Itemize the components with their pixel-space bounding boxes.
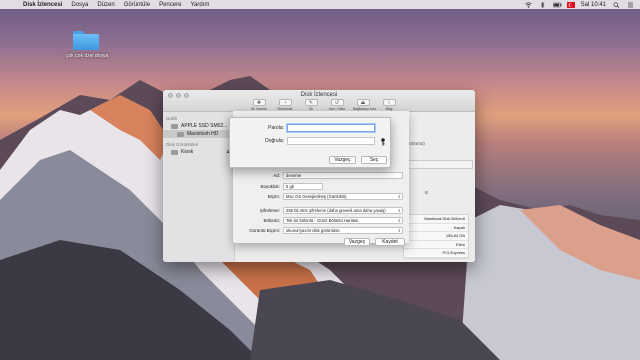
chevron-updown-icon: ⇕ [397,208,401,213]
search-icon[interactable] [613,1,620,8]
bluetooth-icon[interactable] [539,1,546,8]
sidebar-section-images: Disk Görüntüleri [166,142,199,147]
hard-disk-icon [171,123,178,129]
image-format-select[interactable]: okunur/yazılır disk görüntüsü ⇕ [283,227,403,234]
behind-text: Görüntü) [407,141,425,146]
menu-clock[interactable]: Sal 10:41 [581,2,606,8]
size-field[interactable]: 5 gb [283,183,323,190]
battery-icon[interactable] [552,2,562,8]
image-format-value: okunur/yazılır disk görüntüsü [286,228,340,233]
erase-button[interactable]: ✎ Sil [301,99,321,111]
window-title: Disk İzlencesi [300,92,338,98]
info-cell: Mantıksal Disk Bölümü [404,215,468,224]
notification-center-icon[interactable] [627,2,634,8]
info-icon: i [382,99,396,106]
choose-button[interactable]: Seç [361,156,387,164]
save-button[interactable]: Kaydet [375,238,405,246]
info-cell: Kapalı [404,224,468,232]
chevron-updown-icon: ⇕ [397,228,401,233]
encryption-label: Şifreleme: [259,208,280,213]
disk-utility-window: Disk İzlencesi ✚ İlk Yardım ◔ Bölüntüle … [163,90,475,262]
first-aid-button[interactable]: ✚ İlk Yardım [249,99,269,111]
menu-app-name[interactable]: Disk İzlencesi [23,2,62,8]
cancel-button[interactable]: Vazgeç [344,238,370,246]
window-titlebar[interactable]: Disk İzlencesi ✚ İlk Yardım ◔ Bölüntüle … [163,90,475,112]
image-format-label: Görüntü Biçimi: [249,228,280,233]
password-cancel-button[interactable]: Vazgeç [329,156,356,164]
chevron-updown-icon: ⇕ [397,194,401,199]
unmount-button[interactable]: ⏏ Bağlantıyı Kes [353,99,376,111]
sidebar-item-image[interactable]: Kiosk ⏏ [163,148,234,156]
info-cell: PCI-Express [404,249,468,258]
name-field[interactable]: deneme [283,172,403,179]
partitions-select[interactable]: Tek bir bölüntü - GUID Bölüntü Haritası ⇕ [283,217,403,224]
format-label: Biçim: [267,194,280,199]
menu-view[interactable]: Görüntüle [124,2,150,8]
unmount-icon: ⏏ [356,99,370,106]
desktop-folder[interactable]: çok çok özel dosya [66,31,109,59]
sidebar-section-internal: Dahili [166,116,178,121]
info-table: Mantıksal Disk Bölümü Kapalı 156,84 GB E… [403,214,469,259]
password-dialog: Parola: Doğrula: Vazgeç Seç [229,117,391,168]
info-cell: 156,84 GB [404,232,468,241]
behind-text: B [425,190,429,195]
password-field[interactable] [287,124,375,132]
partitions-value: Tek bir bölüntü - GUID Bölüntü Haritası [286,218,359,223]
erase-icon: ✎ [304,99,318,106]
format-select[interactable]: Mac OS Genişletilmiş (Günlüklü) ⇕ [283,193,403,200]
key-icon[interactable] [380,138,386,148]
menu-edit[interactable]: Düzen [97,2,114,8]
partition-icon: ◔ [278,99,292,106]
language-flag-icon[interactable] [566,1,575,8]
sidebar-item-volume[interactable]: Macintosh HD [163,130,234,138]
chevron-updown-icon: ⇕ [397,218,401,223]
folder-icon [73,31,99,51]
info-button[interactable]: i Bilgi [379,99,399,111]
password-label: Parola: [268,125,284,131]
first-aid-icon: ✚ [252,99,266,106]
menu-window[interactable]: Pencere [159,2,181,8]
menu-help[interactable]: Yardım [190,2,209,8]
size-label: Büyüklük: [260,184,280,189]
sidebar: Dahili APPLE SSD SM02... Macintosh HD Di… [163,112,235,262]
sidebar-item-disk[interactable]: APPLE SSD SM02... [163,122,234,130]
disk-image-icon [171,149,178,155]
sidebar-item-label: Macintosh HD [187,131,219,137]
format-value: Mac OS Genişletilmiş (Günlüklü) [286,194,347,199]
restore-icon: ↺ [330,99,344,106]
menu-file[interactable]: Dosya [71,2,88,8]
verify-field[interactable] [287,137,375,145]
verify-label: Doğrula: [265,138,284,144]
desktop-folder-label: çok çok özel dosya [66,53,109,59]
partition-button[interactable]: ◔ Bölüntüle [275,99,295,111]
sidebar-item-label: APPLE SSD SM02... [181,123,228,129]
restore-button[interactable]: ↺ Geri Yükle [327,99,347,111]
wifi-icon[interactable] [524,1,532,8]
encryption-select[interactable]: 256 bit AES şifreleme (daha güvenli ama … [283,207,403,214]
volume-icon [177,131,184,137]
encryption-value: 256 bit AES şifreleme (daha güvenli ama … [286,208,386,213]
partitions-label: Bölüntü: [263,218,280,223]
volume-info-bar [407,160,473,169]
info-cell: Etkin [404,241,468,249]
menu-bar: Disk İzlencesi Dosya Düzen Görüntüle Pen… [0,0,640,9]
toolbar: ✚ İlk Yardım ◔ Bölüntüle ✎ Sil ↺ Geri Yü… [249,99,399,111]
sidebar-item-label: Kiosk [181,149,194,155]
name-label: Ad: [273,173,280,178]
